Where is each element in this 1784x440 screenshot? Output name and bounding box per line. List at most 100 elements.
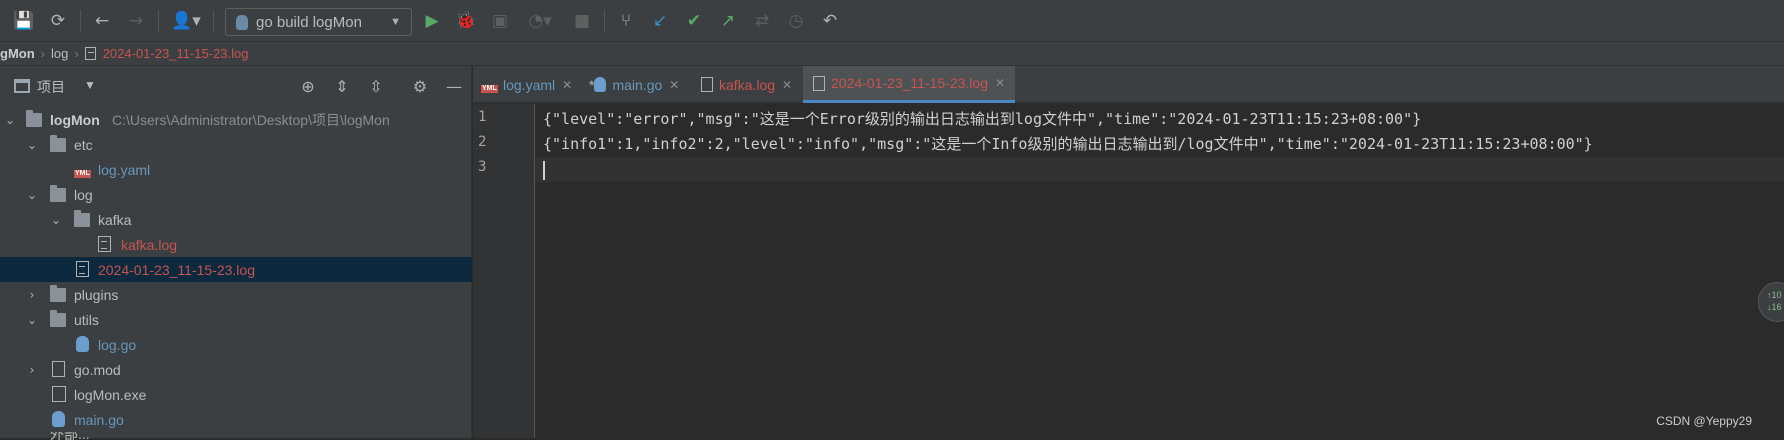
close-icon[interactable]: ✕ <box>782 78 792 92</box>
breadcrumb-folder[interactable]: log <box>51 46 68 61</box>
chevron-down-icon[interactable]: ▼ <box>84 78 96 92</box>
go-file-icon <box>52 411 65 427</box>
code-line[interactable]: {"level":"error","msg":"这是一个Error级别的输出日志… <box>543 108 1421 129</box>
tree-item-label: kafka.log <box>121 236 178 253</box>
chevron-down-icon[interactable]: ⌄ <box>4 113 16 127</box>
toolbar-divider <box>80 10 81 32</box>
vcs-update-icon[interactable]: ↙ <box>648 9 672 33</box>
project-panel-header: 项目 ▼ ⊕ ⇕ ⇳ ⚙ — <box>0 66 472 106</box>
tree-item-kafka[interactable]: ⌄ kafka <box>0 207 472 232</box>
log-file-icon <box>76 261 89 277</box>
tree-item-label: main.go <box>74 411 124 428</box>
tab-label: 2024-01-23_11-15-23.log <box>831 75 988 91</box>
toolbar-divider <box>604 10 605 32</box>
log-file-icon <box>701 77 713 92</box>
line-number: 3 <box>478 159 487 175</box>
tree-item-log-go[interactable]: log.go <box>0 332 472 357</box>
coverage-icon[interactable]: ▣ <box>488 9 512 33</box>
compare-icon[interactable]: ⇄ <box>750 9 774 33</box>
tab-label: main.go <box>612 76 663 93</box>
tree-item-main-go[interactable]: main.go <box>0 407 472 432</box>
toolbar-divider <box>158 10 159 32</box>
branch-icon[interactable]: ⑂ <box>614 9 638 33</box>
tree-item-label: 2024-01-23_11-15-23.log <box>98 261 255 278</box>
tab-main-go[interactable]: * main.go ✕ <box>589 66 693 103</box>
tree-item-logmon-exe[interactable]: logMon.exe <box>0 382 472 407</box>
back-icon[interactable]: ← <box>90 9 114 33</box>
user-icon[interactable]: 👤▾ <box>168 9 204 33</box>
tree-item-current-log[interactable]: 2024-01-23_11-15-23.log <box>0 257 472 282</box>
tab-log-yaml[interactable]: YML log.yaml ✕ <box>481 66 587 103</box>
toolbar-divider <box>213 10 214 32</box>
history-icon[interactable]: ◷ <box>784 9 808 33</box>
vcs-push-icon[interactable]: ↗ <box>716 9 740 33</box>
log-file-icon <box>84 47 96 60</box>
close-icon[interactable]: ✕ <box>995 76 1005 90</box>
project-window-icon <box>14 79 30 93</box>
chevron-right-icon[interactable]: › <box>26 363 38 377</box>
tree-item-etc[interactable]: ⌄ etc <box>0 132 472 157</box>
tree-item-path: C:\Users\Administrator\Desktop\项目\logMon <box>112 111 390 128</box>
forward-icon[interactable]: → <box>124 9 148 33</box>
folder-icon <box>50 185 66 202</box>
code-editor[interactable]: 1 2 3 {"level":"error","msg":"这是一个Error级… <box>473 104 1784 438</box>
close-icon[interactable]: ✕ <box>562 78 572 92</box>
gopher-icon <box>236 14 248 30</box>
chevron-down-icon[interactable]: ⌄ <box>50 213 62 227</box>
chevron-down-icon[interactable]: ⌄ <box>26 313 38 327</box>
tree-item-logmon[interactable]: ⌄ logMon C:\Users\Administrator\Desktop\… <box>0 107 472 132</box>
chevron-right-icon: › <box>40 46 45 61</box>
tree-item-log[interactable]: ⌄ log <box>0 182 472 207</box>
expand-all-icon[interactable]: ⇕ <box>331 75 353 97</box>
tree-item-label: logMon.exe <box>74 386 147 403</box>
tree-item-go-mod[interactable]: › go.mod <box>0 357 472 382</box>
tree-item-plugins[interactable]: › plugins <box>0 282 472 307</box>
go-file-icon <box>594 77 607 92</box>
main-toolbar: 💾 ⟳ ← → 👤▾ go build logMon ▼ ▶ 🐞 ▣ ◔▾ ■ … <box>0 0 1784 42</box>
go-file-icon <box>76 336 89 352</box>
collapse-all-icon[interactable]: ⇳ <box>365 75 387 97</box>
badge-line: ↑10 <box>1767 290 1782 300</box>
project-panel-title[interactable]: 项目 <box>37 77 65 97</box>
line-gutter: 1 2 3 <box>473 104 535 438</box>
stop-icon[interactable]: ■ <box>570 9 594 33</box>
close-icon[interactable]: ✕ <box>669 78 679 92</box>
locate-icon[interactable]: ⊕ <box>297 75 319 97</box>
tree-item-log-yaml[interactable]: YML log.yaml <box>0 157 472 182</box>
tab-current-log[interactable]: 2024-01-23_11-15-23.log ✕ <box>803 66 1015 103</box>
vcs-commit-icon[interactable]: ✔ <box>682 9 706 33</box>
run-config-selector[interactable]: go build logMon ▼ <box>225 8 412 36</box>
log-file-icon <box>813 75 825 91</box>
chevron-down-icon[interactable]: ⌄ <box>26 188 38 202</box>
debug-icon[interactable]: 🐞 <box>454 9 478 33</box>
folder-icon <box>50 135 66 152</box>
save-icon[interactable]: 💾 <box>12 9 36 33</box>
tree-item-utils[interactable]: ⌄ utils <box>0 307 472 332</box>
line-number: 1 <box>478 109 487 125</box>
chevron-right-icon[interactable]: › <box>26 288 38 302</box>
run-icon[interactable]: ▶ <box>420 9 444 33</box>
tree-item-label: go.mod <box>74 361 121 378</box>
mod-file-icon <box>52 361 65 377</box>
tab-label: log.yaml <box>503 76 556 93</box>
breadcrumb-project[interactable]: gMon <box>0 46 35 61</box>
tree-item-kafka-log[interactable]: kafka.log <box>0 232 472 257</box>
tab-kafka-log[interactable]: kafka.log ✕ <box>701 66 809 103</box>
tree-item-external[interactable]: 外部... <box>0 432 472 440</box>
tree-item-label: logMon <box>50 111 100 128</box>
exe-file-icon <box>52 386 66 402</box>
rollback-icon[interactable]: ↶ <box>818 9 842 33</box>
code-line[interactable]: {"info1":1,"info2":2,"level":"info","msg… <box>543 133 1593 154</box>
badge-line: ↓16 <box>1767 302 1782 312</box>
gear-icon[interactable]: ⚙ <box>409 75 431 97</box>
breadcrumb-file[interactable]: 2024-01-23_11-15-23.log <box>103 46 249 61</box>
profile-icon[interactable]: ◔▾ <box>522 9 558 33</box>
folder-icon <box>74 210 90 227</box>
hide-icon[interactable]: — <box>443 75 465 97</box>
chevron-right-icon: › <box>74 46 79 61</box>
sync-icon[interactable]: ⟳ <box>46 9 70 33</box>
current-line-highlight <box>473 158 1784 182</box>
chevron-down-icon[interactable]: ⌄ <box>26 138 38 152</box>
project-panel: 项目 ▼ ⊕ ⇕ ⇳ ⚙ — ⌄ logMon C:\Users\Adminis… <box>0 66 472 440</box>
yaml-file-icon: YML <box>481 84 498 93</box>
